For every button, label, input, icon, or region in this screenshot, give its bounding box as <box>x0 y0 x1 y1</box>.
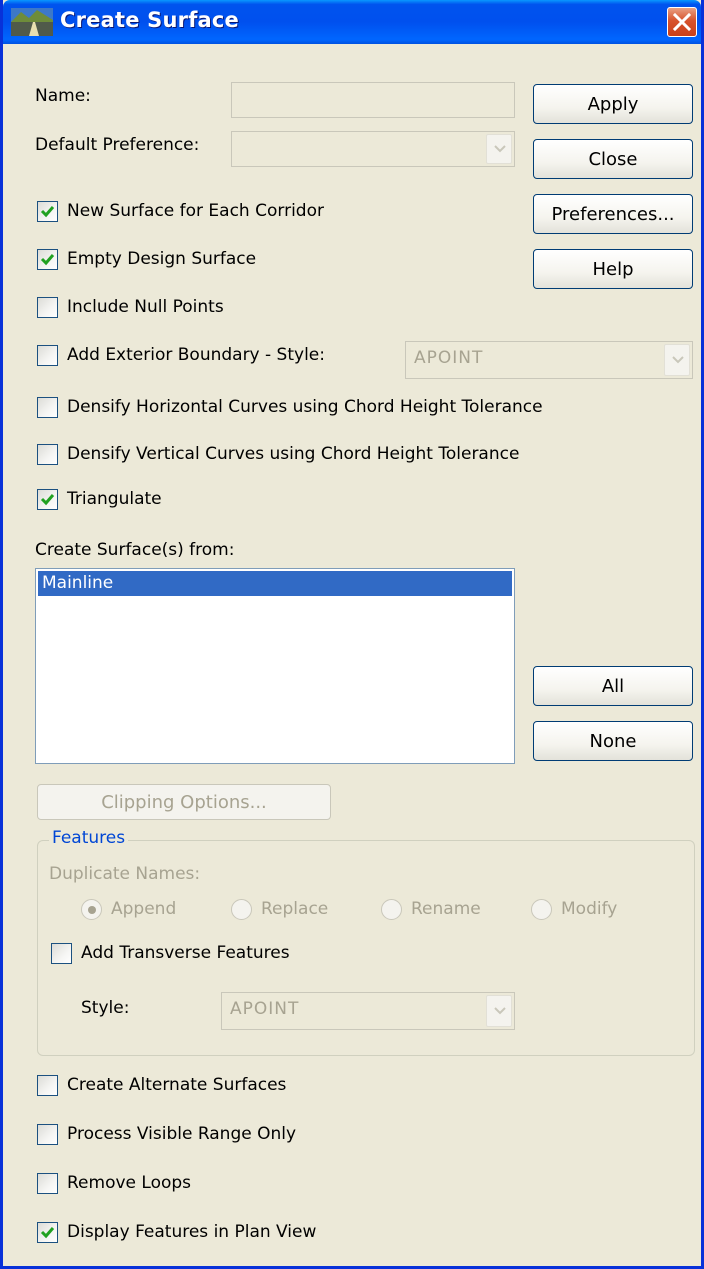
corridor-listbox[interactable]: Mainline <box>35 568 515 764</box>
none-button-label: None <box>589 731 637 752</box>
name-label: Name: <box>35 86 91 106</box>
add-transverse-label: Add Transverse Features <box>81 943 290 963</box>
densify-horizontal-checkbox[interactable] <box>37 397 58 418</box>
rename-radio[interactable] <box>381 899 402 920</box>
clipping-options-button[interactable]: Clipping Options... <box>37 784 331 820</box>
process-visible-label: Process Visible Range Only <box>67 1124 297 1144</box>
close-button[interactable]: Close <box>533 139 693 179</box>
display-features-label: Display Features in Plan View <box>67 1222 317 1242</box>
help-button-label: Help <box>592 259 634 280</box>
densify-vertical-label: Densify Vertical Curves using Chord Heig… <box>67 444 520 464</box>
apply-button-label: Apply <box>587 94 639 115</box>
densify-vertical-checkbox[interactable] <box>37 444 58 465</box>
window-title: Create Surface <box>60 8 240 32</box>
create-surface-dialog: Create Surface Name: Default Preference:… <box>0 0 704 1269</box>
preferences-button-label: Preferences... <box>551 204 675 225</box>
empty-design-checkbox[interactable] <box>37 249 58 270</box>
process-visible-checkbox[interactable] <box>37 1124 58 1145</box>
checkmark-icon <box>40 1227 55 1239</box>
checkmark-icon <box>40 254 55 266</box>
empty-design-label: Empty Design Surface <box>67 249 257 269</box>
new-surface-label: New Surface for Each Corridor <box>67 201 324 221</box>
replace-label: Replace <box>261 899 329 919</box>
features-title: Features <box>49 828 129 848</box>
new-surface-checkbox[interactable] <box>37 201 58 222</box>
replace-radio[interactable] <box>231 899 252 920</box>
close-button-label: Close <box>588 149 638 170</box>
duplicate-names-label: Duplicate Names: <box>49 864 201 884</box>
checkmark-icon <box>40 494 55 506</box>
none-button[interactable]: None <box>533 721 693 761</box>
exterior-style-select[interactable]: APOINT <box>405 341 693 379</box>
transverse-style-value: APOINT <box>230 999 300 1019</box>
all-button-label: All <box>601 676 625 697</box>
triangulate-label: Triangulate <box>67 489 162 509</box>
densify-horizontal-label: Densify Horizontal Curves using Chord He… <box>67 397 543 417</box>
triangulate-checkbox[interactable] <box>37 489 58 510</box>
chevron-down-icon <box>664 344 690 376</box>
chevron-down-icon <box>486 995 512 1027</box>
modify-radio[interactable] <box>531 899 552 920</box>
checkmark-icon <box>40 206 55 218</box>
exterior-style-value: APOINT <box>414 348 484 368</box>
radio-dot <box>88 906 96 914</box>
display-features-checkbox[interactable] <box>37 1222 58 1243</box>
default-preference-label: Default Preference: <box>35 135 200 155</box>
preferences-button[interactable]: Preferences... <box>533 194 693 234</box>
clipping-options-label: Clipping Options... <box>101 792 267 813</box>
rename-label: Rename <box>411 899 481 919</box>
all-button[interactable]: All <box>533 666 693 706</box>
include-null-points-label: Include Null Points <box>67 297 224 317</box>
remove-loops-checkbox[interactable] <box>37 1173 58 1194</box>
include-null-points-checkbox[interactable] <box>37 297 58 318</box>
style-label: Style: <box>81 998 130 1018</box>
surface-icon <box>11 8 53 36</box>
transverse-style-select[interactable]: APOINT <box>221 992 515 1030</box>
chevron-down-icon <box>486 134 512 164</box>
close-icon <box>672 12 692 32</box>
title-bar[interactable]: Create Surface <box>3 0 701 44</box>
apply-button[interactable]: Apply <box>533 84 693 124</box>
list-item[interactable]: Mainline <box>38 571 512 596</box>
default-preference-select[interactable] <box>231 131 515 167</box>
remove-loops-label: Remove Loops <box>67 1173 192 1193</box>
add-exterior-boundary-checkbox[interactable] <box>37 345 58 366</box>
modify-label: Modify <box>561 899 618 919</box>
create-alternate-label: Create Alternate Surfaces <box>67 1075 287 1095</box>
create-from-label: Create Surface(s) from: <box>35 540 235 560</box>
close-window-button[interactable] <box>667 7 697 37</box>
help-button[interactable]: Help <box>533 249 693 289</box>
append-radio[interactable] <box>81 899 102 920</box>
append-label: Append <box>111 899 177 919</box>
add-transverse-checkbox[interactable] <box>51 943 72 964</box>
create-alternate-checkbox[interactable] <box>37 1075 58 1096</box>
add-exterior-boundary-label: Add Exterior Boundary - Style: <box>67 345 325 365</box>
name-field[interactable] <box>231 82 515 118</box>
